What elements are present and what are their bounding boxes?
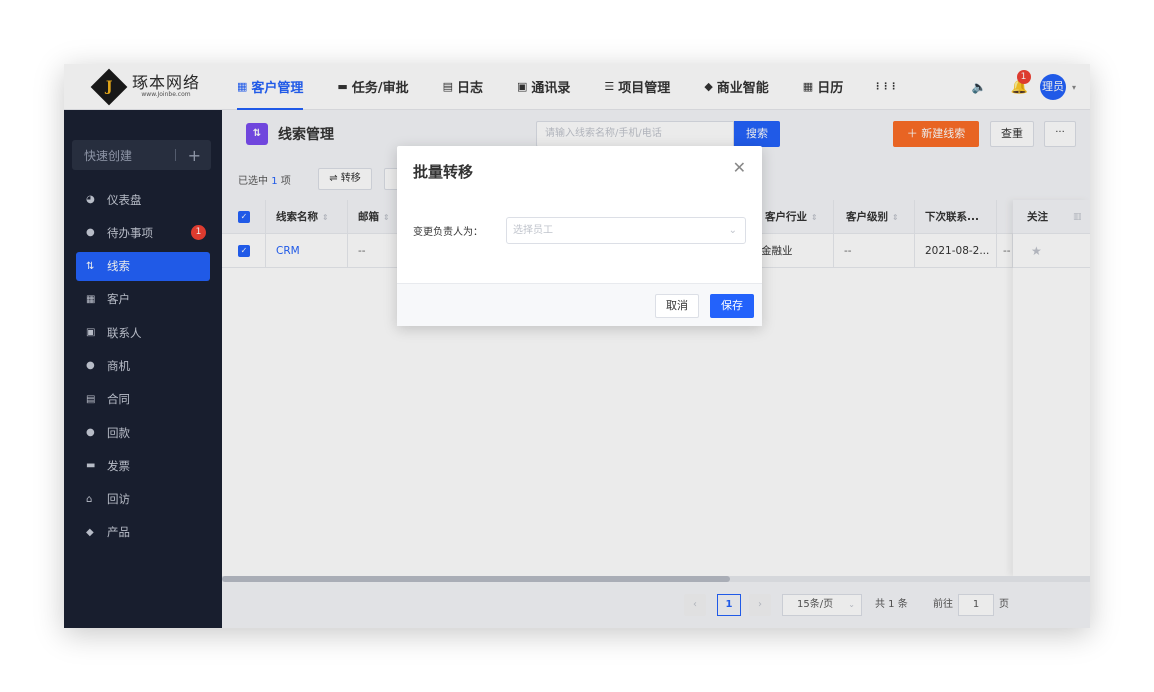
app-window: J 琢本网络 www.Joinbe.com ▦ 客户管理 ▬ 任务/审批 ▤ 日…	[64, 64, 1090, 628]
dialog-title: 批量转移	[413, 163, 474, 181]
save-button[interactable]: 保存	[710, 294, 754, 318]
close-icon[interactable]: ✕	[733, 158, 746, 177]
batch-transfer-dialog: 批量转移 ✕ 变更负责人为： 选择员工 ⌄ 取消 保存	[397, 146, 762, 326]
chevron-down-icon: ⌄	[728, 225, 737, 236]
dialog-footer: 取消 保存	[397, 283, 762, 326]
owner-field-label: 变更负责人为：	[413, 227, 483, 238]
cancel-button[interactable]: 取消	[655, 294, 699, 318]
employee-select[interactable]: 选择员工 ⌄	[506, 217, 746, 244]
